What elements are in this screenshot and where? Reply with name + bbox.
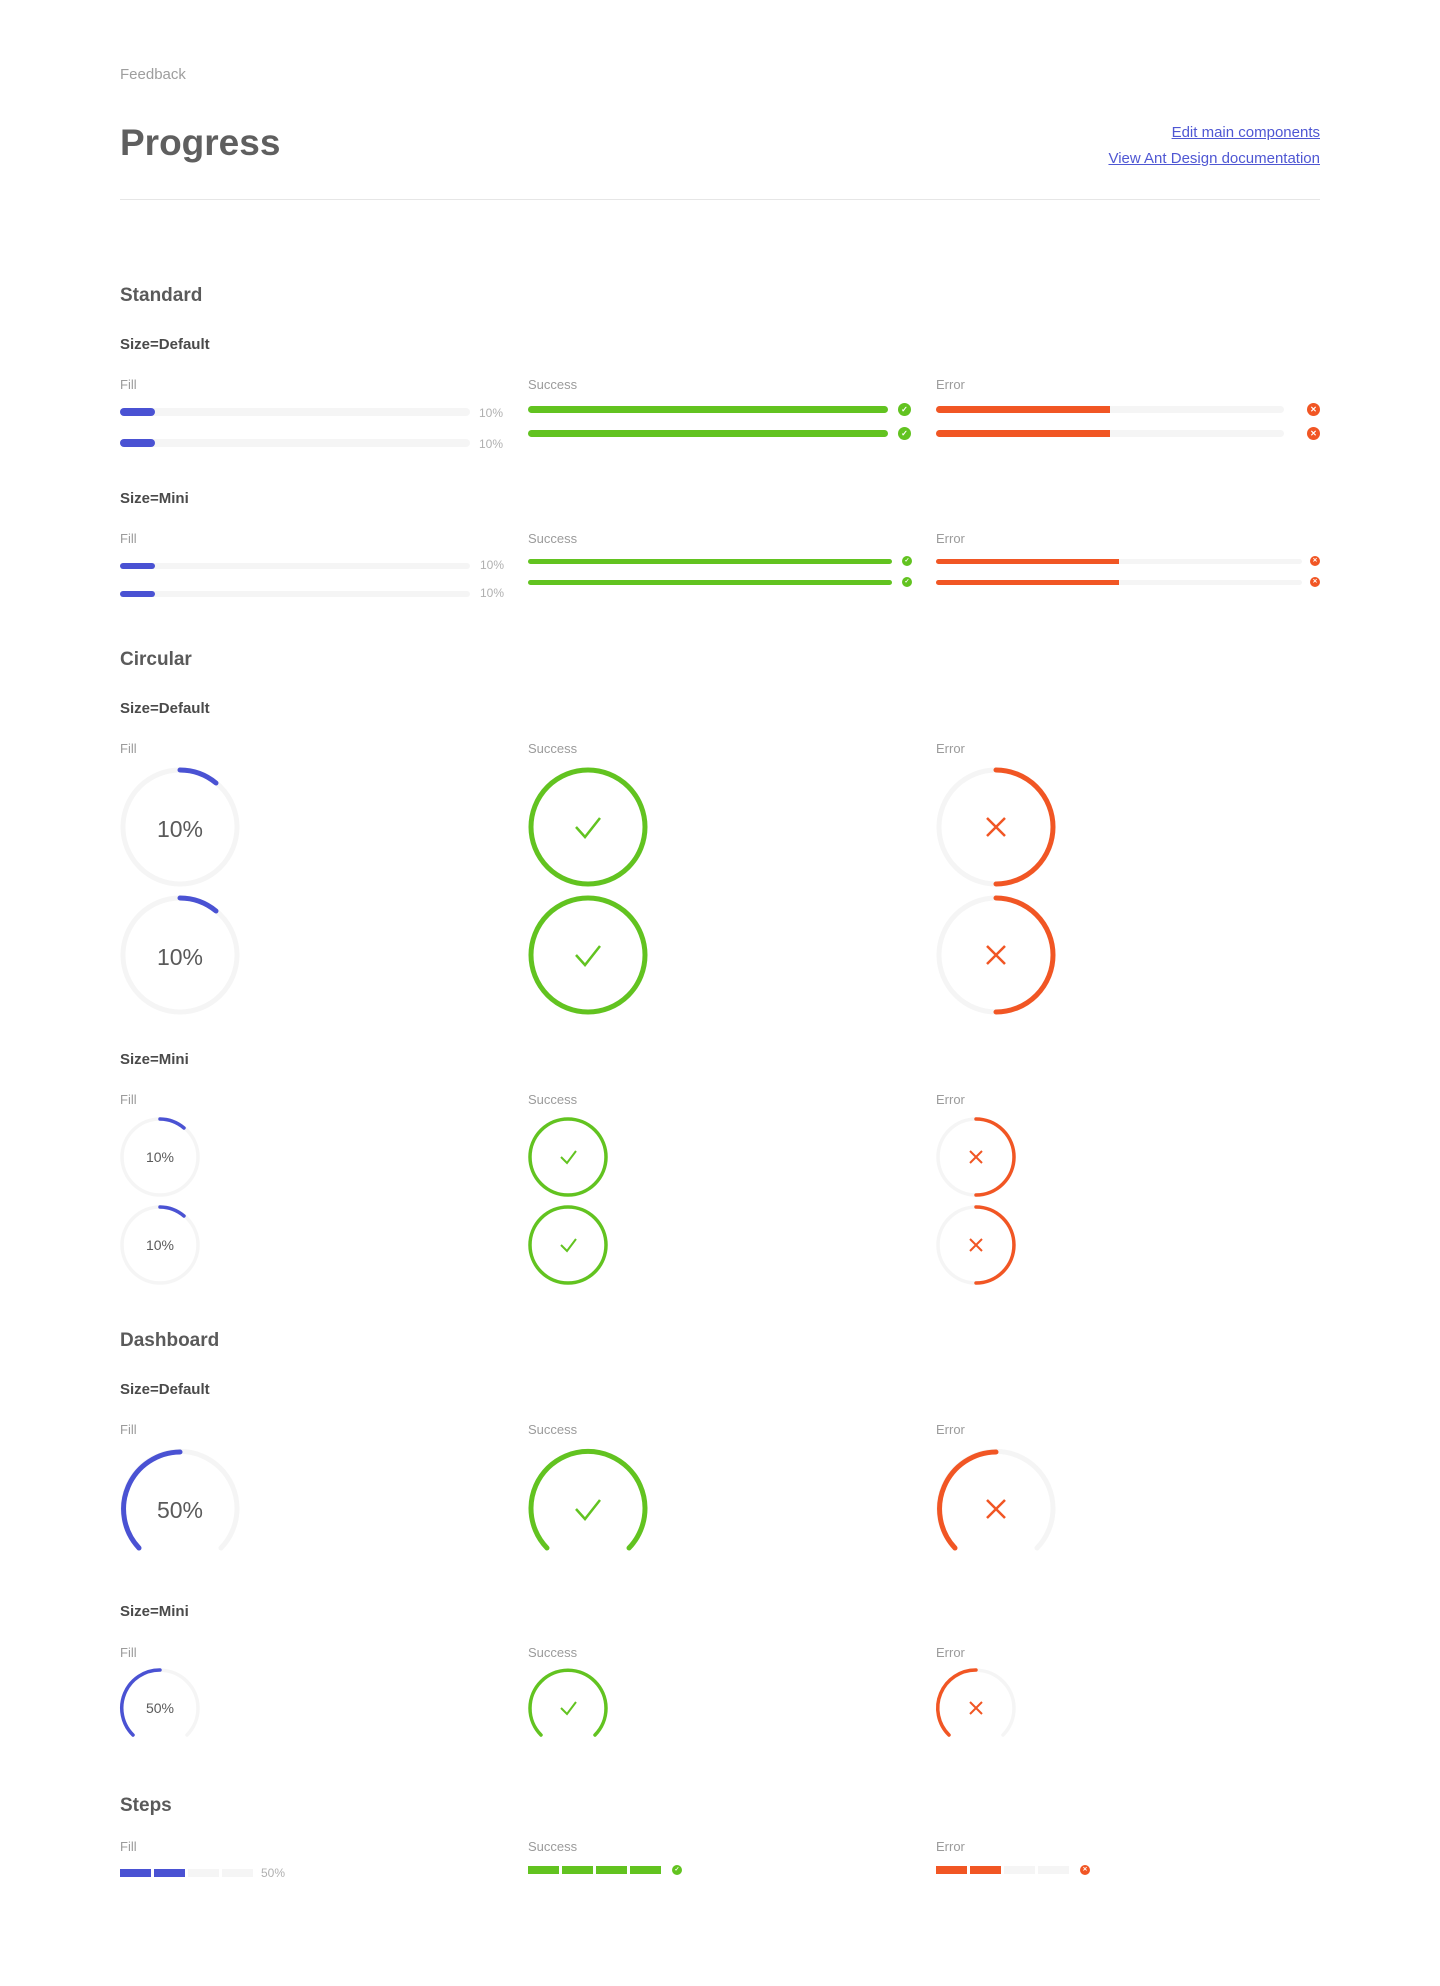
check-icon: ✓ (672, 1865, 682, 1875)
steps-progress-fill (120, 1869, 253, 1877)
steps-progress-error (936, 1866, 1069, 1874)
dashboard-progress-fill: 50% (120, 1448, 240, 1551)
section-title-dashboard: Dashboard (120, 1330, 220, 1351)
circular-percent: 10% (157, 944, 203, 970)
dashboard-progress-error (936, 1448, 1056, 1551)
check-icon (560, 1701, 577, 1716)
state-label-fill: Fill (120, 1839, 137, 1854)
close-icon: ✕ (1080, 1865, 1090, 1875)
state-label-success: Success (528, 1839, 578, 1854)
check-icon (575, 945, 601, 967)
state-label-fill: Fill (120, 1645, 137, 1660)
circular-progress-fill: 10% (120, 895, 240, 1015)
check-icon (560, 1238, 577, 1253)
circular-progress-success (528, 767, 648, 887)
step-segment (1004, 1866, 1035, 1874)
state-label-success: Success (528, 1092, 578, 1107)
circular-percent: 10% (157, 816, 203, 842)
state-label-success: Success (528, 1645, 578, 1660)
state-label-error: Error (936, 1422, 965, 1437)
close-icon (986, 1499, 1006, 1519)
steps-progress-success (528, 1866, 661, 1874)
dashboard-progress-success (528, 1448, 648, 1551)
step-segment (222, 1869, 253, 1877)
state-label-fill: Fill (120, 1422, 137, 1437)
state-label-error: Error (936, 1645, 965, 1660)
step-segment (188, 1869, 219, 1877)
close-icon (969, 1238, 983, 1252)
circular-progress-fill-mini: 10% (120, 1117, 200, 1197)
step-segment (936, 1866, 967, 1874)
state-label-error: Error (936, 1092, 965, 1107)
state-label-error: Error (936, 1839, 965, 1854)
circular-percent: 10% (146, 1149, 174, 1165)
circular-progress-error (936, 895, 1056, 1015)
size-label-mini: Size=Mini (120, 1051, 189, 1068)
dashboard-progress-success-mini (528, 1668, 608, 1737)
step-segment (562, 1866, 593, 1874)
step-segment (154, 1869, 185, 1877)
dashboard-progress-error-mini (935, 1668, 1016, 1737)
step-segment (630, 1866, 661, 1874)
step-segment (120, 1869, 151, 1877)
close-icon (986, 817, 1006, 837)
size-label-default: Size=Default (120, 1381, 210, 1398)
size-label-mini: Size=Mini (120, 1603, 189, 1620)
step-segment (970, 1866, 1001, 1874)
dashboard-percent: 50% (157, 1497, 203, 1523)
state-label-success: Success (528, 1422, 578, 1437)
circular-percent: 10% (146, 1237, 174, 1253)
close-icon (986, 945, 1006, 965)
steps-percent: 50% (261, 1866, 286, 1880)
circular-progress-error-mini (936, 1205, 1016, 1285)
close-icon (969, 1701, 983, 1715)
circular-progress-layer: 10% 10% 10% 10% 50% 50% (119, 767, 1056, 1737)
circular-progress-success (528, 895, 648, 1015)
step-segment (596, 1866, 627, 1874)
section-title-steps: Steps (120, 1795, 172, 1816)
state-label-fill: Fill (120, 1092, 137, 1107)
circular-progress-fill-mini: 10% (120, 1205, 200, 1285)
circular-progress-success-mini (528, 1205, 608, 1285)
circular-progress-success-mini (528, 1117, 608, 1197)
check-icon (575, 1499, 601, 1521)
close-icon (969, 1150, 983, 1164)
circular-progress-fill: 10% (120, 767, 240, 887)
step-segment (528, 1866, 559, 1874)
check-icon (560, 1150, 577, 1165)
circular-progress-error-mini (936, 1117, 1016, 1197)
dashboard-percent: 50% (146, 1700, 174, 1716)
circular-progress-error (936, 767, 1056, 887)
step-segment (1038, 1866, 1069, 1874)
dashboard-progress-fill-mini: 50% (119, 1668, 200, 1737)
check-icon (575, 817, 601, 839)
